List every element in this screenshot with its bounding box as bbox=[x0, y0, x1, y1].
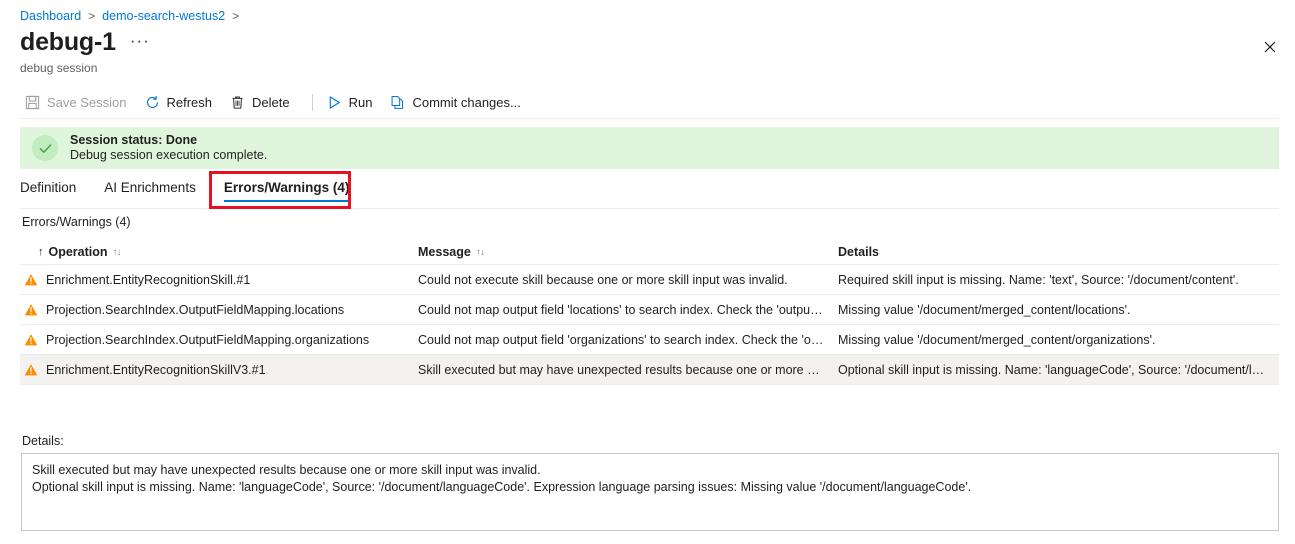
trash-icon bbox=[232, 96, 243, 109]
commit-changes-label: Commit changes... bbox=[412, 94, 521, 110]
cell-details: Missing value '/document/merged_content/… bbox=[838, 302, 1131, 317]
details-line-1: Skill executed but may have unexpected r… bbox=[32, 463, 541, 477]
refresh-label: Refresh bbox=[166, 94, 213, 110]
cell-details: Missing value '/document/merged_content/… bbox=[838, 332, 1156, 347]
refresh-icon bbox=[146, 95, 158, 108]
close-button[interactable] bbox=[1257, 34, 1283, 60]
operation-text: Enrichment.EntityRecognitionSkill.#1 bbox=[46, 272, 251, 287]
delete-label: Delete bbox=[252, 94, 290, 110]
refresh-button[interactable]: Refresh bbox=[140, 92, 222, 113]
cell-message: Could not map output field 'organization… bbox=[418, 332, 838, 347]
details-pane-content[interactable]: Skill executed but may have unexpected r… bbox=[21, 453, 1279, 531]
title-row: debug-1 ··· bbox=[20, 28, 150, 57]
cell-message: Could not map output field 'locations' t… bbox=[418, 302, 837, 317]
warning-icon bbox=[24, 303, 38, 315]
tab-bottom-rule bbox=[20, 208, 1279, 209]
toolbar-bottom-rule bbox=[20, 118, 1279, 119]
sort-toggle-icon[interactable]: ↑↓ bbox=[476, 247, 485, 258]
column-header-message[interactable]: Message ↑↓ bbox=[418, 245, 838, 259]
breadcrumb: Dashboard > demo-search-westus2 > bbox=[20, 6, 239, 26]
details-pane-label: Details: bbox=[22, 434, 64, 448]
copy-icon bbox=[392, 95, 404, 109]
operation-text: Projection.SearchIndex.OutputFieldMappin… bbox=[46, 302, 345, 317]
column-header-operation-label: Operation bbox=[48, 245, 108, 259]
page-title: debug-1 bbox=[20, 28, 116, 56]
status-icon-wrapper bbox=[32, 135, 58, 161]
cell-message: Skill executed but may have unexpected r… bbox=[418, 362, 838, 377]
close-icon bbox=[1264, 41, 1276, 53]
breadcrumb-item-service[interactable]: demo-search-westus2 bbox=[102, 6, 225, 26]
table-row[interactable]: Enrichment.EntityRecognitionSkillV3.#1 S… bbox=[20, 355, 1279, 385]
tab-list: Definition AI Enrichments Errors/Warning… bbox=[20, 176, 363, 204]
breadcrumb-item-dashboard[interactable]: Dashboard bbox=[20, 6, 81, 26]
grid-header-row: ↑ Operation ↑↓ Message ↑↓ Details bbox=[20, 240, 1279, 265]
tab-errors-warnings-label: Errors/Warnings (4) bbox=[223, 180, 350, 195]
column-header-details[interactable]: Details bbox=[838, 245, 1279, 259]
details-line-2: Optional skill input is missing. Name: '… bbox=[32, 480, 972, 494]
tab-definition[interactable]: Definition bbox=[20, 176, 90, 204]
warning-icon bbox=[24, 273, 38, 285]
status-banner: Session status: Done Debug session execu… bbox=[20, 127, 1279, 169]
cell-operation: Enrichment.EntityRecognitionSkillV3.#1 bbox=[20, 363, 418, 377]
tab-ai-enrichments-label: AI Enrichments bbox=[104, 180, 196, 195]
tab-ai-enrichments[interactable]: AI Enrichments bbox=[90, 176, 210, 204]
run-button[interactable]: Run bbox=[322, 92, 382, 113]
table-row[interactable]: Enrichment.EntityRecognitionSkill.#1 Cou… bbox=[20, 265, 1279, 295]
operation-text: Projection.SearchIndex.OutputFieldMappin… bbox=[46, 332, 370, 347]
warning-icon bbox=[24, 363, 38, 375]
status-message: Debug session execution complete. bbox=[70, 148, 268, 162]
errors-warnings-grid: ↑ Operation ↑↓ Message ↑↓ Details Enrich… bbox=[20, 240, 1279, 385]
commit-changes-button[interactable]: Commit changes... bbox=[385, 92, 529, 113]
chevron-right-icon: > bbox=[88, 9, 96, 23]
sort-toggle-icon[interactable]: ↑↓ bbox=[113, 247, 122, 258]
status-title: Session status: Done bbox=[70, 133, 198, 147]
operation-text: Enrichment.EntityRecognitionSkillV3.#1 bbox=[46, 362, 266, 377]
column-header-operation[interactable]: ↑ Operation ↑↓ bbox=[20, 245, 418, 259]
command-bar: Save Session Refresh Delete Run Commit c… bbox=[20, 88, 534, 116]
more-menu-button[interactable]: ··· bbox=[130, 31, 150, 51]
page-subtitle: debug session bbox=[20, 61, 98, 75]
grid-caption: Errors/Warnings (4) bbox=[22, 215, 131, 229]
cell-message: Could not execute skill because one or m… bbox=[418, 272, 788, 287]
column-header-message-label: Message bbox=[418, 245, 471, 259]
cell-operation: Projection.SearchIndex.OutputFieldMappin… bbox=[20, 303, 418, 317]
table-row[interactable]: Projection.SearchIndex.OutputFieldMappin… bbox=[20, 295, 1279, 325]
cell-operation: Enrichment.EntityRecognitionSkill.#1 bbox=[20, 273, 418, 287]
column-header-details-label: Details bbox=[838, 245, 879, 259]
delete-button[interactable]: Delete bbox=[225, 92, 299, 113]
toolbar-divider bbox=[311, 93, 313, 111]
check-circle-icon bbox=[39, 143, 51, 153]
warning-icon bbox=[24, 333, 38, 345]
cell-operation: Projection.SearchIndex.OutputFieldMappin… bbox=[20, 333, 418, 347]
tab-definition-label: Definition bbox=[20, 180, 77, 195]
play-icon bbox=[329, 95, 340, 109]
run-label: Run bbox=[348, 94, 373, 110]
cell-details: Optional skill input is missing. Name: '… bbox=[838, 362, 1265, 377]
save-session-button[interactable]: Save Session bbox=[20, 92, 136, 113]
sort-active-indicator-icon: ↑ bbox=[38, 246, 44, 258]
table-row[interactable]: Projection.SearchIndex.OutputFieldMappin… bbox=[20, 325, 1279, 355]
status-text: Session status: Done Debug session execu… bbox=[70, 133, 267, 163]
tab-errors-warnings[interactable]: Errors/Warnings (4) bbox=[210, 176, 364, 204]
save-session-label: Save Session bbox=[47, 94, 127, 110]
cell-details: Required skill input is missing. Name: '… bbox=[838, 272, 1239, 287]
chevron-right-icon: > bbox=[232, 9, 240, 23]
save-icon bbox=[25, 95, 40, 109]
